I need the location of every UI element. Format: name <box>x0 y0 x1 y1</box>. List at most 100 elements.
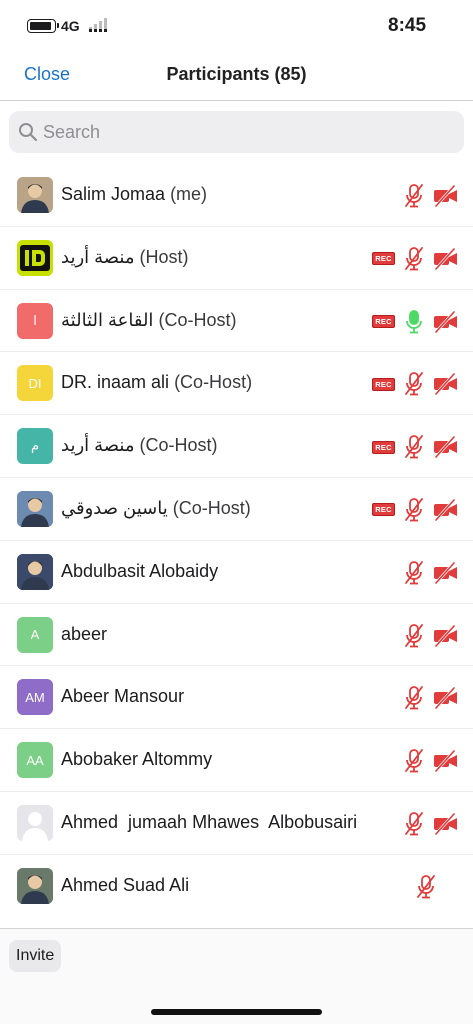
avatar: AM <box>17 679 53 716</box>
participant-display-name: Ahmed jumaah Mhawes Albobusairi <box>61 811 358 832</box>
avatar <box>17 239 53 276</box>
recording-badge: REC <box>372 377 395 391</box>
video-off-icon <box>433 310 459 333</box>
participant-role: (me) <box>170 184 208 204</box>
participant-role: (Co-Host) <box>139 435 218 456</box>
microphone-icon <box>404 309 424 335</box>
avatar: AA <box>17 742 53 779</box>
participant-status-icons <box>404 560 459 586</box>
avatar: م <box>17 428 53 465</box>
participant-display-name: القاعة الثالثة <box>61 309 154 330</box>
participant-status-icons <box>404 685 459 711</box>
participant-status-icons <box>404 811 459 837</box>
clock: 8:45 <box>388 15 427 36</box>
participant-role: (Co-Host) <box>158 309 237 330</box>
participant-row[interactable]: Salim Jomaa (me) <box>0 164 473 227</box>
participant-status-icons: REC <box>372 246 459 272</box>
participant-name: Abeer Mansour <box>61 686 184 707</box>
video-off-icon <box>433 750 459 773</box>
participant-display-name: Ahmed Suad Ali <box>61 874 190 895</box>
participant-display-name: Salim Jomaa <box>61 184 166 204</box>
participant-status-icons <box>416 874 459 900</box>
video-off-icon <box>433 624 459 647</box>
participant-name: abeer <box>61 624 107 645</box>
search-bar[interactable] <box>9 111 464 153</box>
video-off-icon <box>433 687 459 710</box>
microphone-muted-icon <box>404 811 424 837</box>
participant-row[interactable]: منصة أريد (Host) REC <box>0 227 473 290</box>
participant-display-name: Abobaker Altommy <box>61 749 213 770</box>
avatar <box>17 804 53 841</box>
participant-name: منصة أريد (Host) <box>61 247 189 268</box>
participant-display-name: Abeer Mansour <box>61 686 185 707</box>
microphone-muted-icon <box>404 623 424 649</box>
video-off-icon <box>433 436 459 459</box>
signal-icon <box>89 18 107 32</box>
participant-row[interactable]: م منصة أريد (Co-Host) REC <box>0 415 473 478</box>
participant-row[interactable]: Ahmed jumaah Mhawes Albobusairi <box>0 792 473 855</box>
participant-status-icons: REC <box>372 434 459 460</box>
participant-status-icons: REC <box>372 371 459 397</box>
navigation-bar: Close Participants (85) <box>0 50 473 101</box>
participant-row[interactable]: AM Abeer Mansour <box>0 666 473 730</box>
participant-name: Salim Jomaa (me) <box>61 184 207 205</box>
participant-row[interactable]: DI DR. inaam ali (Co-Host) REC <box>0 352 473 416</box>
participant-status-icons <box>404 623 459 649</box>
participant-name: Ahmed jumaah Mhawes Albobusairi <box>61 812 357 833</box>
participant-role: (Host) <box>139 246 189 267</box>
participant-row[interactable]: AA Abobaker Altommy <box>0 729 473 792</box>
video-off-icon <box>433 561 459 584</box>
participant-row[interactable]: Ahmed Suad Ali <box>0 855 473 918</box>
participant-name: Abobaker Altommy <box>61 749 212 770</box>
participant-display-name: DR. inaam ali <box>61 372 170 393</box>
video-off-icon <box>433 373 459 396</box>
microphone-muted-icon <box>404 497 424 523</box>
participant-status-icons: REC <box>372 497 459 523</box>
participant-name: Ahmed Suad Ali <box>61 875 189 896</box>
page-title: Participants (85) <box>166 64 307 84</box>
participant-display-name: Abdulbasit Alobaidy <box>61 560 219 581</box>
video-off-icon <box>433 812 459 835</box>
search-input[interactable] <box>43 117 443 147</box>
recording-badge: REC <box>372 315 395 329</box>
avatar <box>17 867 53 904</box>
avatar <box>17 490 53 527</box>
avatar <box>17 177 53 213</box>
microphone-muted-icon <box>404 560 424 586</box>
video-off-icon <box>433 498 459 521</box>
recording-badge: REC <box>372 252 395 266</box>
participant-row[interactable]: Abdulbasit Alobaidy <box>0 541 473 604</box>
video-off-icon <box>433 185 459 207</box>
microphone-muted-icon <box>404 748 424 774</box>
participant-row[interactable]: ياسين صدوقي (Co-Host) REC <box>0 478 473 541</box>
participant-status-icons: REC <box>372 309 459 335</box>
participant-list: Salim Jomaa (me) منصة أريد (Host) REC ا القا… <box>0 164 473 918</box>
participant-name: DR. inaam ali (Co-Host) <box>61 372 252 393</box>
battery-icon <box>27 19 59 33</box>
participant-role: (Co-Host) <box>172 497 251 518</box>
avatar <box>17 553 53 590</box>
participant-row[interactable]: Aabeer <box>0 604 473 667</box>
avatar: A <box>17 616 53 653</box>
microphone-muted-icon <box>404 246 424 272</box>
participant-display-name: منصة أريد <box>61 246 135 267</box>
microphone-muted-icon <box>404 183 424 209</box>
avatar: DI <box>17 365 53 402</box>
microphone-muted-icon <box>404 371 424 397</box>
search-icon <box>19 123 38 142</box>
recording-badge: REC <box>372 503 395 517</box>
participant-display-name: abeer <box>61 623 108 644</box>
microphone-muted-icon <box>404 434 424 460</box>
invite-button[interactable]: Invite <box>9 940 62 972</box>
video-off-icon <box>433 247 459 270</box>
microphone-muted-icon <box>404 685 424 711</box>
participant-status-icons <box>404 183 459 209</box>
home-indicator[interactable] <box>151 1009 322 1015</box>
participant-role: (Co-Host) <box>174 372 253 393</box>
avatar: ا <box>17 302 53 339</box>
status-bar: 4G 8:45 <box>0 0 473 50</box>
participant-row[interactable]: ا القاعة الثالثة (Co-Host) REC <box>0 290 473 353</box>
participant-name: منصة أريد (Co-Host) <box>61 435 218 456</box>
microphone-muted-icon <box>416 874 436 900</box>
network-type: 4G <box>61 18 80 34</box>
